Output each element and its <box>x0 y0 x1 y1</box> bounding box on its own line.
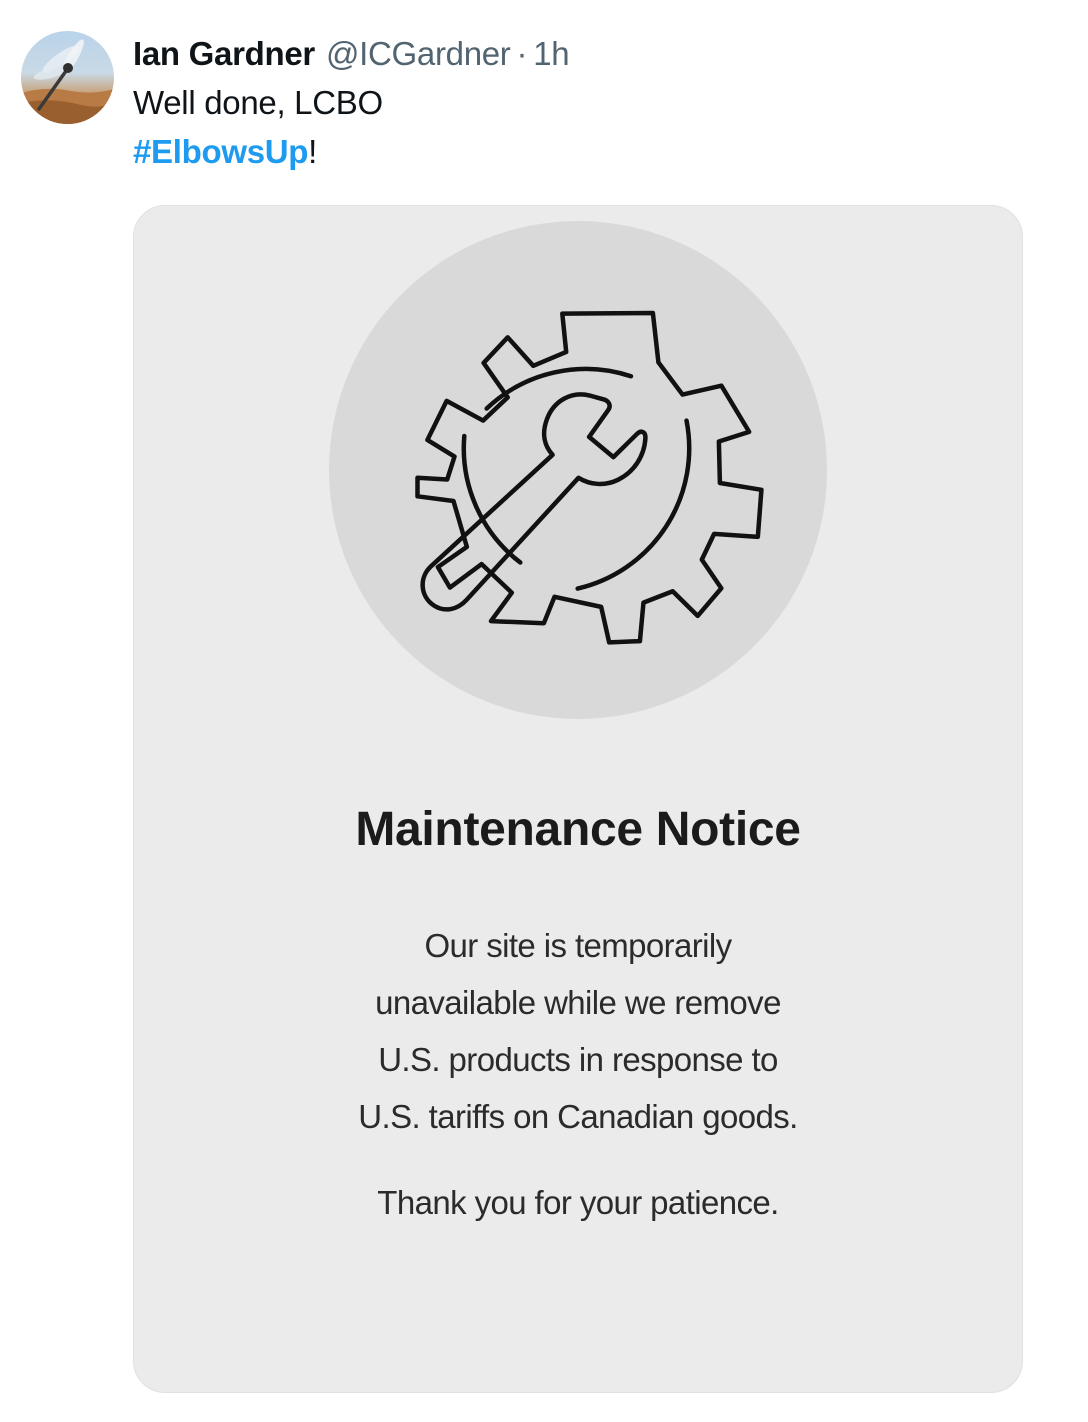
post: Ian Gardner @ICGardner · 1h Well done, L… <box>0 0 1088 1422</box>
post-text: Well done, LCBO <box>133 84 383 121</box>
notice-message-line: U.S. tariffs on Canadian goods. <box>358 1098 798 1135</box>
notice-message-line: Our site is temporarily <box>424 927 732 964</box>
gear-wrench-icon <box>415 310 764 645</box>
notice-closing-line: Thank you for your patience. <box>377 1184 779 1221</box>
hashtag-link[interactable]: #ElbowsUp <box>133 133 308 170</box>
author-name[interactable]: Ian Gardner <box>133 35 315 73</box>
hashtag-suffix: ! <box>308 133 318 170</box>
notice-title: Maintenance Notice <box>355 803 801 856</box>
attached-image-card[interactable]: Maintenance Notice Our site is temporari… <box>133 205 1023 1393</box>
notice-message-line: U.S. products in response to <box>378 1041 778 1078</box>
post-text-hashtag-line: #ElbowsUp! <box>133 133 317 171</box>
avatar[interactable] <box>21 31 114 124</box>
separator-dot: · <box>516 35 528 72</box>
notice-message-line: unavailable while we remove <box>375 984 781 1021</box>
icon-circle <box>329 221 827 719</box>
post-header: Ian Gardner @ICGardner · 1h <box>133 32 570 76</box>
notice-closing: Thank you for your patience. <box>134 1174 1022 1231</box>
notice-message: Our site is temporarily unavailable whil… <box>134 917 1022 1145</box>
post-timestamp[interactable]: 1h <box>533 35 569 73</box>
author-handle[interactable]: @ICGardner <box>326 35 511 73</box>
